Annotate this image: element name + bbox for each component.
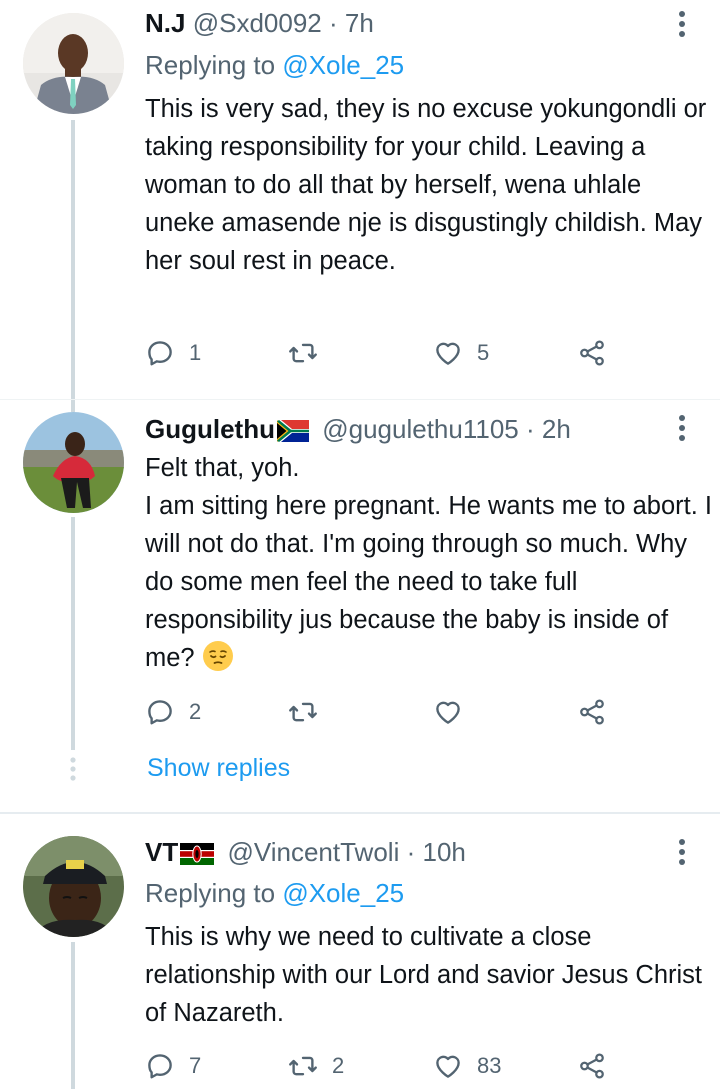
retweet-button[interactable] bbox=[288, 692, 332, 732]
avatar[interactable] bbox=[23, 836, 124, 937]
like-button[interactable]: 5 bbox=[433, 333, 489, 373]
retweet-icon bbox=[289, 343, 317, 363]
replying-mention[interactable]: @Xole_25 bbox=[282, 878, 404, 908]
reply-icon bbox=[148, 700, 172, 725]
heart-icon bbox=[436, 1055, 460, 1078]
retweet-button[interactable]: 2 bbox=[288, 1046, 344, 1086]
avatar[interactable] bbox=[23, 13, 124, 114]
tweet-actions: 2 bbox=[145, 692, 615, 732]
thread-line bbox=[71, 517, 75, 750]
separator: · bbox=[406, 837, 416, 867]
tweet-text: This is very sad, they is no excuse yoku… bbox=[145, 95, 707, 275]
separator: · bbox=[525, 414, 535, 444]
share-icon bbox=[580, 340, 604, 366]
tweet-header: VT @VincentTwoli · 10h bbox=[145, 835, 466, 869]
replying-to: Replying to @Xole_25 bbox=[145, 48, 404, 82]
retweet-button[interactable] bbox=[288, 333, 332, 373]
pensive-face-emoji-icon bbox=[202, 641, 233, 671]
reply-count: 1 bbox=[189, 340, 202, 365]
reply-icon bbox=[148, 1054, 172, 1079]
tweet-text: Felt that, yoh. I am sitting here pregna… bbox=[145, 449, 715, 677]
reply-icon bbox=[148, 341, 172, 366]
more-options-icon[interactable] bbox=[672, 9, 692, 39]
timestamp[interactable]: 10h bbox=[423, 837, 466, 867]
author-name[interactable]: VT bbox=[145, 837, 178, 867]
share-button[interactable] bbox=[577, 692, 607, 732]
tweet-text-paragraph: I am sitting here pregnant. He wants me … bbox=[145, 487, 715, 677]
author-name[interactable]: Gugulethu bbox=[145, 414, 275, 444]
show-replies-link[interactable]: Show replies bbox=[147, 754, 290, 783]
kenya-flag-icon bbox=[180, 843, 215, 866]
divider bbox=[0, 399, 720, 400]
reply-button[interactable]: 1 bbox=[145, 333, 201, 373]
retweet-icon bbox=[289, 1056, 317, 1076]
more-options-icon[interactable] bbox=[672, 837, 692, 867]
section-divider bbox=[0, 812, 720, 814]
author-handle[interactable]: @gugulethu1105 bbox=[322, 414, 519, 444]
like-button[interactable] bbox=[433, 692, 477, 732]
heart-icon bbox=[436, 701, 460, 724]
separator: · bbox=[328, 8, 338, 38]
tweet-actions: 1 5 bbox=[145, 333, 615, 373]
like-button[interactable]: 83 bbox=[433, 1046, 501, 1086]
replying-mention[interactable]: @Xole_25 bbox=[282, 50, 404, 80]
avatar[interactable] bbox=[23, 412, 124, 513]
retweet-count: 2 bbox=[332, 1053, 345, 1078]
reply-button[interactable]: 2 bbox=[145, 692, 201, 732]
reply-count: 2 bbox=[189, 699, 202, 724]
thread-continuation-dots-icon bbox=[70, 757, 76, 781]
heart-icon bbox=[436, 342, 460, 365]
reply-button[interactable]: 7 bbox=[145, 1046, 201, 1086]
south-africa-flag-icon bbox=[276, 420, 309, 443]
author-handle[interactable]: @Sxd0092 bbox=[193, 8, 322, 38]
thread-line bbox=[71, 942, 75, 1089]
share-icon bbox=[580, 699, 604, 725]
like-count: 83 bbox=[477, 1053, 502, 1078]
like-count: 5 bbox=[477, 340, 490, 365]
author-handle[interactable]: @VincentTwoli bbox=[227, 837, 399, 867]
retweet-icon bbox=[289, 702, 317, 722]
tweet-header: N.J @Sxd0092 · 7h bbox=[145, 6, 374, 40]
more-options-icon[interactable] bbox=[672, 413, 692, 443]
author-name[interactable]: N.J bbox=[145, 8, 185, 38]
reply-count: 7 bbox=[189, 1053, 202, 1078]
share-button[interactable] bbox=[577, 1046, 607, 1086]
thread-line bbox=[71, 120, 75, 412]
share-button[interactable] bbox=[577, 333, 607, 373]
tweet-text: This is why we need to cultivate a close… bbox=[145, 923, 703, 1027]
tweet-actions: 7 2 83 bbox=[145, 1046, 615, 1086]
timestamp[interactable]: 2h bbox=[542, 414, 571, 444]
tweet-text-line: Felt that, yoh. bbox=[145, 454, 300, 482]
share-icon bbox=[580, 1053, 604, 1079]
tweet-header: Gugulethu @gugulethu1105 · 2h bbox=[145, 412, 571, 446]
replying-to: Replying to @Xole_25 bbox=[145, 876, 404, 910]
replying-label: Replying to bbox=[145, 50, 276, 80]
replying-label: Replying to bbox=[145, 878, 276, 908]
timestamp[interactable]: 7h bbox=[345, 8, 374, 38]
